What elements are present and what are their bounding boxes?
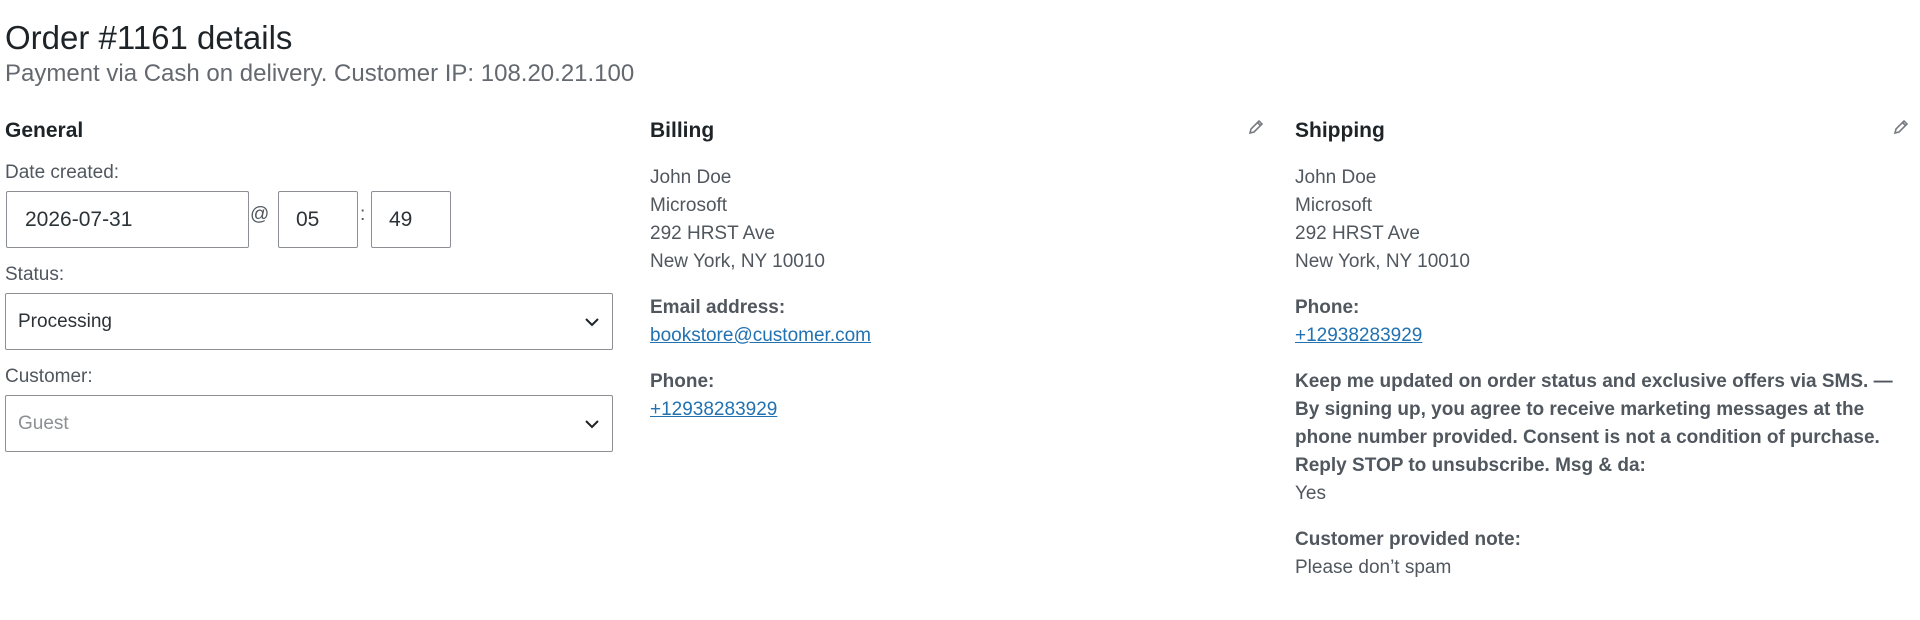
- shipping-phone-label: Phone:: [1295, 297, 1360, 318]
- billing-email-link[interactable]: bookstore@customer.com: [650, 322, 871, 350]
- date-created-value: 2026-07-31: [25, 207, 133, 231]
- at-separator: @: [250, 204, 270, 225]
- general-section: General Date created: 2026-07-31 @ 05 : …: [5, 116, 615, 456]
- chevron-down-icon: [585, 317, 599, 326]
- status-value: Processing: [18, 310, 112, 332]
- pencil-icon[interactable]: [1247, 118, 1265, 136]
- shipping-heading: Shipping: [1295, 119, 1385, 142]
- shipping-address: John Doe Microsoft 292 HRST Ave New York…: [1295, 164, 1470, 276]
- customer-placeholder: Guest: [18, 412, 69, 434]
- billing-phone-label: Phone:: [650, 371, 715, 392]
- pencil-icon[interactable]: [1892, 118, 1910, 136]
- minute-input[interactable]: 49: [371, 191, 451, 248]
- sms-consent-value: Yes: [1295, 483, 1326, 504]
- billing-address: John Doe Microsoft 292 HRST Ave New York…: [650, 164, 825, 276]
- billing-name: John Doe: [650, 167, 732, 188]
- billing-section: Billing John Doe Microsoft 292 HRST Ave …: [650, 116, 1264, 436]
- hour-input[interactable]: 05: [278, 191, 358, 248]
- shipping-section: Shipping John Doe Microsoft 292 HRST Ave…: [1295, 116, 1909, 586]
- customer-note-label: Customer provided note:: [1295, 529, 1521, 550]
- shipping-street: 292 HRST Ave: [1295, 223, 1420, 244]
- billing-phone-link[interactable]: +12938283929: [650, 396, 777, 424]
- shipping-name: John Doe: [1295, 167, 1377, 188]
- billing-street: 292 HRST Ave: [650, 223, 775, 244]
- billing-heading: Billing: [650, 119, 715, 142]
- billing-email-label: Email address:: [650, 297, 786, 318]
- time-colon: :: [360, 204, 366, 225]
- status-select[interactable]: Processing: [5, 293, 613, 350]
- chevron-down-icon: [585, 419, 599, 428]
- customer-select[interactable]: Guest: [5, 395, 613, 452]
- minute-value: 49: [389, 207, 413, 231]
- sms-consent-label: Keep me updated on order status and excl…: [1295, 371, 1893, 476]
- customer-label: Customer:: [5, 366, 93, 387]
- hour-value: 05: [296, 207, 320, 231]
- date-created-input[interactable]: 2026-07-31: [6, 191, 249, 248]
- customer-note-value: Please don’t spam: [1295, 557, 1452, 578]
- general-heading: General: [5, 119, 84, 142]
- page-title: Order #1161 details: [5, 19, 293, 56]
- shipping-company: Microsoft: [1295, 195, 1373, 216]
- date-created-label: Date created:: [5, 162, 120, 183]
- status-label: Status:: [5, 264, 65, 285]
- payment-info: Payment via Cash on delivery. Customer I…: [5, 60, 635, 87]
- billing-company: Microsoft: [650, 195, 728, 216]
- shipping-phone-link[interactable]: +12938283929: [1295, 322, 1422, 350]
- shipping-city: New York, NY 10010: [1295, 251, 1470, 272]
- billing-city: New York, NY 10010: [650, 251, 825, 272]
